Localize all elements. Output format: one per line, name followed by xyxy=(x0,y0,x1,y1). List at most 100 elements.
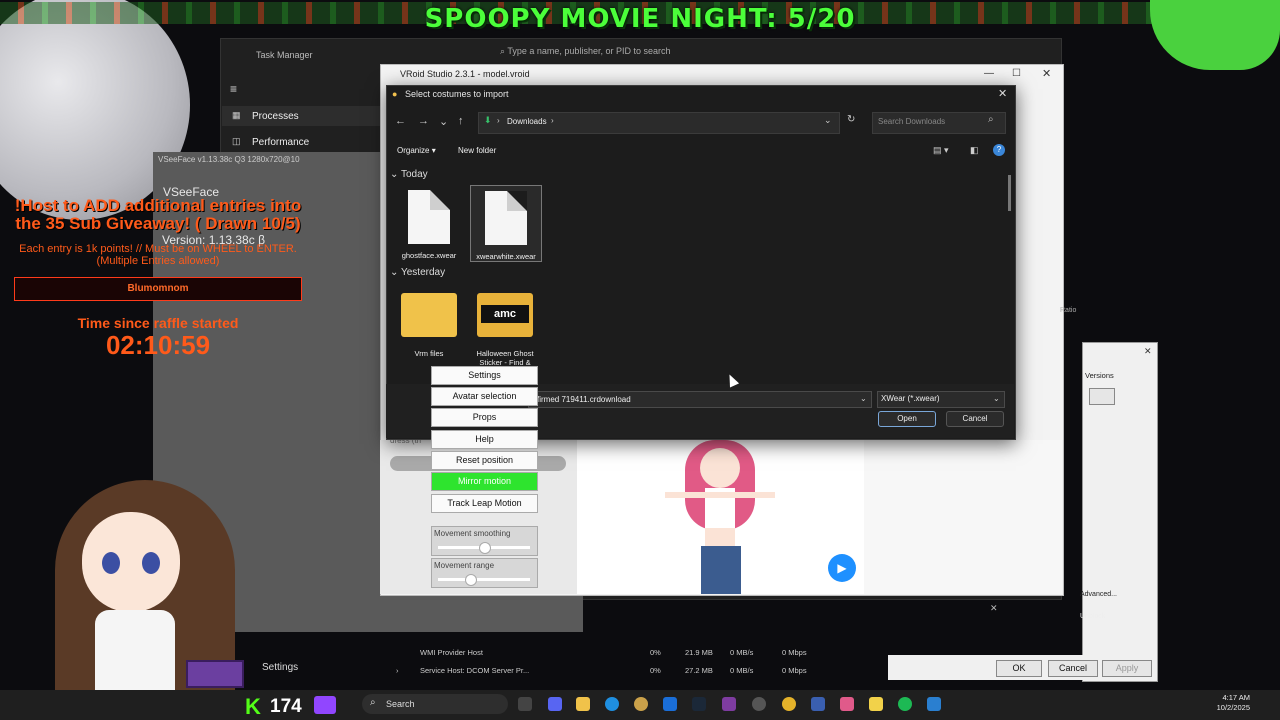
sidebar-item-performance[interactable]: ◫ Performance xyxy=(222,132,380,152)
chevron-down-icon[interactable]: ⌄ xyxy=(824,115,832,126)
steam-icon[interactable] xyxy=(692,697,706,711)
vseeface-icon[interactable] xyxy=(869,697,883,711)
file-item-selected[interactable]: xwearwhite.xwear xyxy=(470,185,542,262)
search-icon[interactable]: ⌕ xyxy=(988,114,994,125)
chevron-right-icon: › xyxy=(497,116,500,125)
taskbar-search[interactable] xyxy=(362,694,508,714)
wow-icon[interactable] xyxy=(634,697,648,711)
process-table: WMI Provider Host 0% 21.9 MB 0 MB/s 0 Mb… xyxy=(390,648,810,684)
chevron-right-icon[interactable]: › xyxy=(396,666,399,675)
process-name: WMI Provider Host xyxy=(420,648,483,657)
folder-item[interactable]: amc Halloween Ghost Sticker - Find & xyxy=(470,293,540,367)
close-icon[interactable]: ✕ xyxy=(990,603,998,614)
slider-track[interactable] xyxy=(438,578,530,581)
spotify-icon[interactable] xyxy=(898,697,912,711)
edge-icon[interactable] xyxy=(605,697,619,711)
slider-knob[interactable] xyxy=(479,542,491,554)
dialog-title: Select costumes to import xyxy=(405,89,509,99)
wizard-icon[interactable] xyxy=(722,697,736,711)
apply-button[interactable]: Apply xyxy=(1102,660,1152,677)
unblock-checkbox[interactable]: Unblock xyxy=(1080,613,1105,620)
chevron-down-icon[interactable]: ⌄ xyxy=(993,394,1000,403)
hamburger-menu-icon[interactable]: ≡ xyxy=(230,82,237,96)
process-net: 0 Mbps xyxy=(782,666,807,675)
process-disk: 0 MB/s xyxy=(730,648,754,657)
file-icon xyxy=(485,191,527,245)
file-type-value: XWear (*.xwear) xyxy=(881,394,940,403)
ok-button[interactable]: OK xyxy=(996,660,1042,677)
help-button[interactable]: Help xyxy=(431,430,538,449)
group-header-today[interactable]: ⌄ Today xyxy=(390,169,428,180)
movement-range-slider[interactable]: Movement range xyxy=(431,558,538,588)
clock-time: 4:17 AM xyxy=(1222,693,1250,702)
chevron-right-icon[interactable]: › xyxy=(551,116,554,125)
reset-position-button[interactable]: Reset position xyxy=(431,451,538,470)
vtuber-eye xyxy=(102,552,120,574)
sidebar-item-label: Processes xyxy=(252,111,299,122)
organize-button[interactable]: Organize ▾ xyxy=(397,146,436,155)
preview-pane-icon[interactable]: ◧ xyxy=(970,145,979,156)
play-button[interactable]: ▶ xyxy=(828,554,856,582)
view-icon[interactable]: ▤ ▾ xyxy=(933,145,949,156)
sidebar-item-processes[interactable]: ▦ Processes xyxy=(222,106,380,126)
task-manager-search[interactable]: ⌕ Type a name, publisher, or PID to sear… xyxy=(500,46,860,66)
vroid-title: VRoid Studio 2.3.1 - model.vroid xyxy=(400,69,530,79)
movement-smoothing-slider[interactable]: Movement smoothing xyxy=(431,526,538,556)
folder-item[interactable]: Vrm files xyxy=(394,293,464,358)
discord-icon[interactable] xyxy=(548,697,562,711)
up-icon[interactable]: ↑ xyxy=(458,115,464,127)
minimize-icon[interactable]: — xyxy=(984,68,994,79)
close-icon[interactable]: ✕ xyxy=(1144,346,1152,357)
chevron-down-icon[interactable]: ⌄ xyxy=(860,394,867,403)
filename-value: firmed 719411.crdownload xyxy=(537,395,631,404)
refresh-icon[interactable]: ↻ xyxy=(847,114,855,125)
process-mem: 27.2 MB xyxy=(685,666,713,675)
ratio-label: Ratio xyxy=(1060,307,1077,314)
file-item[interactable]: ghostface.xwear xyxy=(394,190,464,260)
group-header-yesterday[interactable]: ⌄ Yesterday xyxy=(390,267,445,278)
vseeface-title: VSeeFace v1.13.38c Q3 1280x720@10 xyxy=(158,155,300,164)
purple-screen-prop xyxy=(186,660,244,688)
taskbar-search-label: Search xyxy=(386,699,415,709)
forward-icon[interactable]: → xyxy=(418,115,429,127)
search-icon: ⌕ xyxy=(370,697,376,708)
task-view-icon[interactable] xyxy=(518,697,532,711)
cancel-button[interactable]: Cancel xyxy=(1048,660,1098,677)
photos-icon[interactable] xyxy=(927,697,941,711)
cancel-button[interactable]: Cancel xyxy=(946,411,1004,427)
system-clock[interactable]: 4:17 AM 10/2/2025 xyxy=(1200,693,1250,713)
close-icon[interactable]: ✕ xyxy=(998,87,1007,100)
vroid-icon[interactable] xyxy=(811,697,825,711)
versions-tab[interactable]: Versions xyxy=(1085,371,1114,380)
download-icon: ⬇ xyxy=(484,115,492,125)
mirror-motion-button[interactable]: Mirror motion xyxy=(431,472,538,491)
maximize-icon[interactable]: ☐ xyxy=(1012,68,1021,79)
process-cpu: 0% xyxy=(650,666,661,675)
chevron-down-icon[interactable]: ⌄ xyxy=(439,115,448,128)
slider-label: Movement smoothing xyxy=(434,529,511,538)
file-explorer-icon[interactable] xyxy=(576,697,590,711)
chrome-icon[interactable] xyxy=(782,697,796,711)
props-button[interactable]: Props xyxy=(431,408,538,427)
giveaway-title: !Host to ADD additional entries into the… xyxy=(14,196,302,233)
close-icon[interactable]: ✕ xyxy=(1042,67,1051,80)
advanced-button[interactable]: Advanced... xyxy=(1080,591,1117,598)
help-icon[interactable]: ? xyxy=(993,144,1005,156)
file-name: ghostface.xwear xyxy=(401,251,457,260)
app-icon[interactable] xyxy=(752,697,766,711)
performance-icon: ◫ xyxy=(232,136,241,146)
new-folder-button[interactable]: New folder xyxy=(458,146,496,155)
sidebar-item-label: Performance xyxy=(252,137,310,148)
battlenet-icon[interactable] xyxy=(663,697,677,711)
open-button[interactable]: Open xyxy=(878,411,936,427)
raffle-entrant: Blumomnom xyxy=(14,277,302,301)
slider-knob[interactable] xyxy=(465,574,478,586)
settings-button[interactable]: Settings xyxy=(431,366,538,385)
pin-icon[interactable] xyxy=(840,697,854,711)
breadcrumb[interactable]: Downloads xyxy=(507,117,547,126)
track-leap-motion-button[interactable]: Track Leap Motion xyxy=(431,494,538,513)
avatar-selection-button[interactable]: Avatar selection xyxy=(431,387,538,406)
scrollbar-thumb[interactable] xyxy=(1008,175,1011,211)
back-icon[interactable]: ← xyxy=(395,115,406,127)
process-mem: 21.9 MB xyxy=(685,648,713,657)
